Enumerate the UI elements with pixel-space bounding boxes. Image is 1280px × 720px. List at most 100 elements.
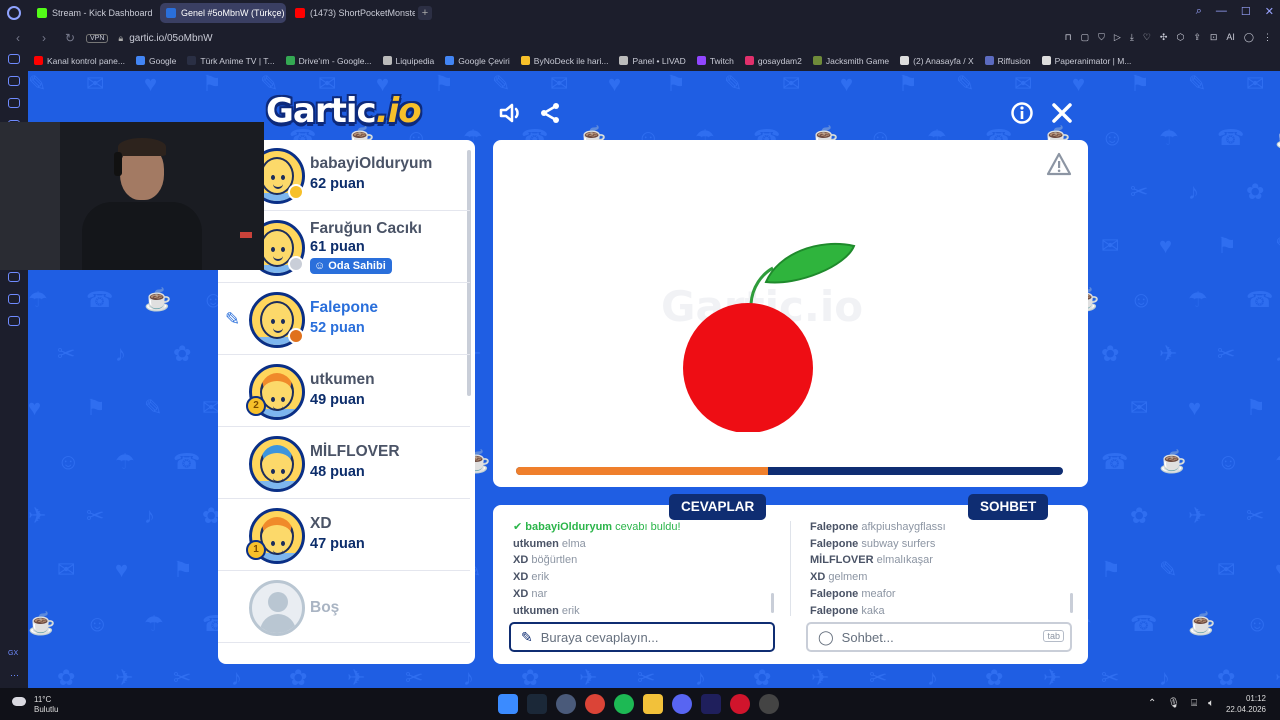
- close-window-icon[interactable]: ✕: [1265, 5, 1274, 18]
- play-icon[interactable]: ▷: [1114, 32, 1121, 43]
- bookmark-item[interactable]: Panel • LIVAD: [619, 56, 686, 66]
- bookmark-label: ByNoDeck ile hari...: [533, 55, 609, 66]
- bookmark-item[interactable]: Riffusion: [984, 56, 1031, 66]
- url-field[interactable]: gartic.io/05oMbnW: [129, 33, 212, 44]
- pattern-doodle: ☂: [144, 611, 164, 636]
- message-text: subway surfers: [861, 537, 936, 550]
- player-row[interactable]: Boş: [218, 572, 470, 643]
- browser-tab[interactable]: Genel #5oMbnW (Türkçe): [160, 3, 286, 23]
- pattern-doodle: ♥: [115, 557, 129, 582]
- extensions-sidebar-icon[interactable]: [8, 294, 20, 304]
- report-icon[interactable]: [1046, 152, 1072, 176]
- share-icon[interactable]: ⇪: [1193, 32, 1201, 43]
- bookmark-item[interactable]: gosaydam2: [744, 56, 802, 66]
- messenger-icon[interactable]: [8, 54, 20, 64]
- close-icon[interactable]: [1050, 101, 1074, 130]
- app-icon[interactable]: [556, 694, 576, 714]
- download-icon[interactable]: ⤓: [1130, 32, 1134, 43]
- microphone-icon[interactable]: 🎙︎: [1167, 698, 1180, 709]
- back-icon[interactable]: ‹: [10, 31, 26, 45]
- bookmark-label: Drive'ım - Google...: [298, 55, 372, 66]
- cube-icon[interactable]: ⬡: [1176, 32, 1184, 43]
- spotify-icon[interactable]: [614, 694, 634, 714]
- bookmark-item[interactable]: Paperanimator | M...: [1041, 56, 1131, 66]
- bookmark-item[interactable]: Kanal kontrol pane...: [34, 56, 125, 66]
- bookmark-item[interactable]: Drive'ım - Google...: [285, 55, 372, 66]
- chrome-icon[interactable]: [585, 694, 605, 714]
- bookmark-item[interactable]: Türk Anime TV | T...: [187, 56, 275, 66]
- premiere-icon[interactable]: [701, 694, 721, 714]
- message-text: cevabı buldu!: [615, 521, 681, 533]
- share-icon[interactable]: [538, 101, 562, 130]
- pattern-doodle: ☎: [1246, 287, 1274, 312]
- new-tab-button[interactable]: +: [418, 6, 432, 20]
- tab-chat[interactable]: SOHBET: [968, 494, 1049, 520]
- answers-chat-panel: CEVAPLAR SOHBET ✔ babayiOlduryum cevabı …: [493, 494, 1088, 664]
- more-icon[interactable]: ⋮: [1263, 32, 1272, 43]
- pattern-doodle: ✿: [1217, 665, 1236, 688]
- pattern-doodle: ♪: [1159, 665, 1170, 688]
- ai-button[interactable]: AI: [1226, 32, 1235, 43]
- clock-icon[interactable]: [8, 272, 20, 282]
- wallet-icon[interactable]: [8, 98, 20, 108]
- bookmark-item[interactable]: Twitch: [696, 56, 734, 66]
- snapshot-icon[interactable]: ▢: [1081, 32, 1090, 43]
- settings-icon[interactable]: [8, 316, 20, 326]
- webcam-person-shirt: [82, 202, 202, 270]
- chat-message: Falepone subway surfers: [810, 536, 1080, 553]
- account-icon[interactable]: ◯: [1244, 32, 1254, 43]
- bookmark-item[interactable]: Jacksmith Game: [812, 56, 889, 66]
- tray-expand-icon[interactable]: ⌃: [1148, 698, 1156, 709]
- pattern-doodle: ✎: [1275, 233, 1280, 259]
- browser-tab[interactable]: Stream - Kick Dashboard: [31, 3, 157, 23]
- steam-icon[interactable]: [527, 694, 547, 714]
- obs-icon[interactable]: [759, 694, 779, 714]
- pattern-doodle: ✈: [28, 503, 47, 528]
- bookmark-item[interactable]: ByNoDeck ile hari...: [520, 55, 609, 66]
- minimize-icon[interactable]: —: [1216, 5, 1227, 18]
- volume-icon[interactable]: 🔈︎: [1208, 698, 1214, 709]
- search-tabs-icon[interactable]: ⌕: [1196, 5, 1202, 18]
- info-icon[interactable]: [1010, 101, 1034, 130]
- history-icon[interactable]: [8, 76, 20, 86]
- player-name: MİLFLOVER: [310, 443, 400, 460]
- start-icon[interactable]: [498, 694, 518, 714]
- player-row[interactable]: 2 utkumen 49 puan: [218, 356, 470, 427]
- extensions-icon[interactable]: ✣: [1160, 32, 1168, 43]
- forward-icon[interactable]: ›: [36, 31, 52, 45]
- bookmark-item[interactable]: Liquipedia: [382, 56, 434, 66]
- shield-icon[interactable]: ⛉: [1098, 32, 1105, 43]
- chat-scrollbar[interactable]: [1070, 593, 1073, 613]
- bookmark-icon[interactable]: ⊓: [1065, 32, 1072, 43]
- discord-icon[interactable]: [672, 694, 692, 714]
- bookmark-item[interactable]: Google: [135, 56, 176, 66]
- answer-message: XD erik: [513, 569, 783, 586]
- file-explorer-icon[interactable]: [643, 694, 663, 714]
- maximize-icon[interactable]: ☐: [1241, 5, 1251, 18]
- browser-tab[interactable]: (1473) ShortPocketMonste: [289, 3, 415, 23]
- pattern-doodle: ♪: [927, 665, 938, 688]
- chat-input[interactable]: ◯ Sohbet... tab: [806, 622, 1072, 652]
- vpn-badge[interactable]: VPN: [86, 33, 109, 43]
- taskbar-clock[interactable]: 01:12 22.04.2026: [1226, 693, 1266, 715]
- player-row[interactable]: MİLFLOVER 48 puan: [218, 428, 470, 499]
- opera-menu-icon[interactable]: [7, 6, 21, 20]
- network-icon[interactable]: ⌸: [1191, 698, 1197, 709]
- bookmark-item[interactable]: (2) Anasayfa / X: [900, 56, 974, 66]
- player-row[interactable]: ✎ Falepone 52 puan: [218, 284, 470, 355]
- reload-icon[interactable]: ↻: [62, 31, 78, 45]
- pattern-doodle: ✉: [782, 71, 801, 96]
- player-row[interactable]: 1 XD 47 puan: [218, 500, 470, 571]
- heart-icon[interactable]: ♡: [1143, 32, 1151, 43]
- tab-answers[interactable]: CEVAPLAR: [669, 494, 767, 520]
- sound-icon[interactable]: [498, 101, 524, 130]
- opera-gx-icon[interactable]: [730, 694, 750, 714]
- lock-icon[interactable]: 🔒︎: [118, 33, 123, 44]
- notifications-icon[interactable]: ⊡: [1210, 32, 1218, 43]
- bookmark-item[interactable]: Google Çeviri: [445, 56, 510, 66]
- sidebar-more-icon[interactable]: ⋯: [10, 670, 19, 681]
- answer-input[interactable]: ✎ Buraya cevaplayın...: [509, 622, 775, 652]
- answers-scrollbar[interactable]: [771, 593, 774, 613]
- message-user: Falepone: [810, 587, 859, 600]
- player-score: 47 puan: [310, 536, 365, 552]
